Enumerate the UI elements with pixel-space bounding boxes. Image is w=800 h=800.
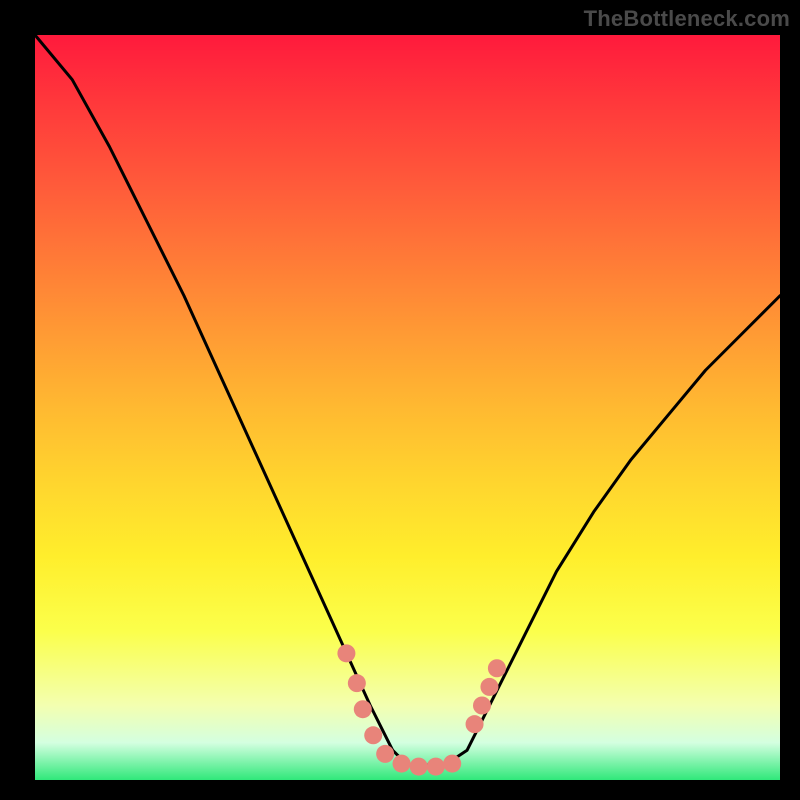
chart-svg bbox=[35, 35, 780, 780]
marker-dot bbox=[364, 726, 382, 744]
marker-dot bbox=[443, 755, 461, 773]
marker-dot bbox=[393, 755, 411, 773]
curve-markers bbox=[337, 644, 505, 775]
marker-dot bbox=[488, 659, 506, 677]
marker-dot bbox=[427, 758, 445, 776]
marker-dot bbox=[410, 758, 428, 776]
curve-path bbox=[35, 35, 780, 765]
marker-dot bbox=[337, 644, 355, 662]
marker-dot bbox=[376, 745, 394, 763]
marker-dot bbox=[348, 674, 366, 692]
marker-dot bbox=[473, 697, 491, 715]
chart-frame: TheBottleneck.com bbox=[0, 0, 800, 800]
marker-dot bbox=[480, 678, 498, 696]
plot-area bbox=[35, 35, 780, 780]
marker-dot bbox=[354, 700, 372, 718]
curve-line bbox=[35, 35, 780, 765]
watermark-text: TheBottleneck.com bbox=[584, 6, 790, 32]
marker-dot bbox=[466, 715, 484, 733]
